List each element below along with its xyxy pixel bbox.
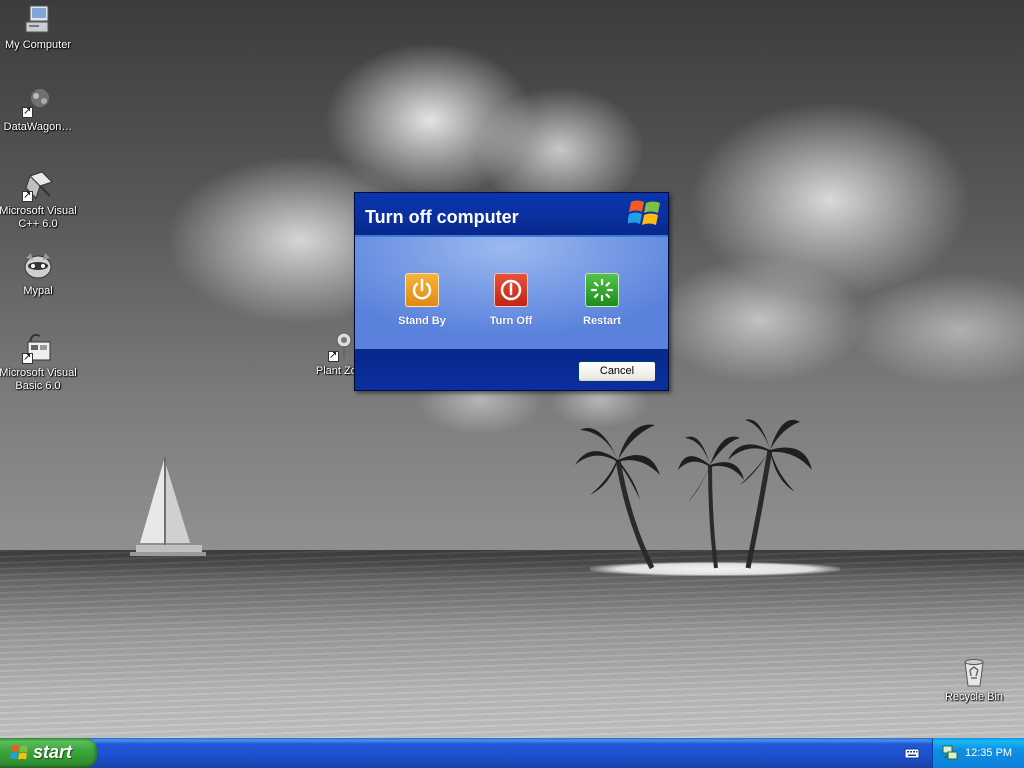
shortcut-arrow-icon <box>22 351 33 364</box>
desktop-icon-label: DataWagon… <box>3 121 73 133</box>
turn-off-computer-dialog: Turn off computer Stand By Turn Off Rest… <box>354 192 669 391</box>
system-tray: 12:35 PM <box>932 738 1024 768</box>
power-icon <box>494 273 528 307</box>
turn-off-label: Turn Off <box>489 315 533 327</box>
recycle-bin-icon <box>958 656 990 688</box>
start-button[interactable]: start <box>0 738 97 768</box>
keyboard-language-icon[interactable] <box>904 746 920 760</box>
start-label: start <box>33 742 73 762</box>
wallpaper-sea <box>0 550 1024 738</box>
dialog-body: Stand By Turn Off Restart <box>355 237 668 348</box>
restart-icon <box>585 273 619 307</box>
dialog-title: Turn off computer <box>365 207 519 227</box>
sailboat-image <box>130 457 206 556</box>
datawagon-icon <box>22 86 54 118</box>
standby-icon <box>405 273 439 307</box>
shortcut-arrow-icon <box>22 105 33 118</box>
dialog-footer: Cancel <box>355 348 668 390</box>
mypal-icon <box>22 250 54 282</box>
my-computer-icon <box>22 4 54 36</box>
network-status-icon[interactable] <box>942 745 958 761</box>
desktop-icon-label: Recycle Bin <box>944 691 1004 703</box>
visual-basic-icon <box>22 332 54 364</box>
palm-trees-image <box>575 419 812 570</box>
shortcut-arrow-icon <box>328 349 339 362</box>
desktop-icon-datawagon[interactable]: DataWagon… <box>0 86 78 134</box>
desktop-icon-mypal[interactable]: Mypal <box>0 250 78 298</box>
desktop-icon-my-computer[interactable]: My Computer <box>0 4 78 52</box>
desktop-icon-visual-cpp[interactable]: Microsoft Visual C++ 6.0 <box>0 170 78 231</box>
taskbar: start 12:35 PM <box>0 738 1024 768</box>
cancel-button[interactable]: Cancel <box>578 361 656 382</box>
desktop-icon-label: Microsoft Visual Basic 6.0 <box>0 367 77 392</box>
windows-logo-icon <box>10 745 28 760</box>
dialog-header: Turn off computer <box>355 193 668 237</box>
visual-cpp-icon <box>22 170 54 202</box>
shortcut-arrow-icon <box>22 189 33 202</box>
desktop-icon-label: Microsoft Visual C++ 6.0 <box>0 205 77 230</box>
desktop-icon-label: Mypal <box>23 285 53 297</box>
clock[interactable]: 12:35 PM <box>965 747 1012 759</box>
restart-button[interactable]: Restart <box>566 273 638 327</box>
desktop-icon-recycle-bin[interactable]: Recycle Bin <box>934 656 1014 704</box>
windows-logo-icon <box>628 200 660 225</box>
desktop-icon-label: My Computer <box>4 39 72 51</box>
stand-by-label: Stand By <box>398 315 446 327</box>
desktop-icon-visual-basic[interactable]: Microsoft Visual Basic 6.0 <box>0 332 78 393</box>
turn-off-button[interactable]: Turn Off <box>475 273 547 327</box>
stand-by-button[interactable]: Stand By <box>386 273 458 327</box>
restart-label: Restart <box>583 315 621 327</box>
